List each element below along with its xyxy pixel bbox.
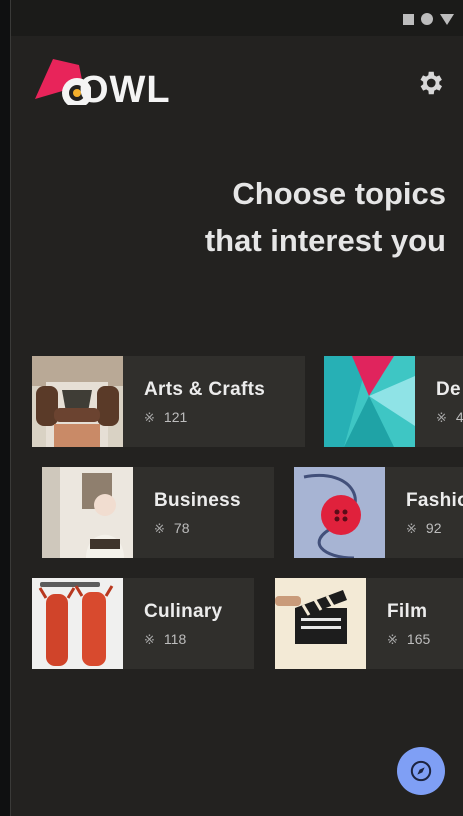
courses-icon: ※ — [436, 410, 447, 425]
courses-icon: ※ — [144, 410, 155, 425]
explore-fab-button[interactable] — [397, 747, 445, 795]
topic-row: Business ※ 78 Fashio ※ 92 — [11, 467, 463, 558]
topic-card-business[interactable]: Business ※ 78 — [42, 467, 274, 558]
topic-title: Film — [387, 601, 428, 622]
app-screen: OWL Choose topics that interest you Arts… — [10, 0, 463, 816]
topic-title: Culinary — [144, 601, 223, 622]
stop-icon — [403, 13, 414, 25]
topic-card-film[interactable]: Film ※ 165 — [275, 578, 463, 669]
topic-title: Fashio — [406, 490, 463, 511]
courses-icon: ※ — [406, 521, 417, 536]
compass-icon — [410, 760, 432, 782]
topic-count: ※ 78 — [154, 520, 190, 536]
title-line-2: that interest you — [204, 223, 446, 258]
topic-image — [275, 578, 366, 669]
courses-icon: ※ — [387, 632, 398, 647]
topic-row: Arts & Crafts ※ 121 De ※ 4 — [11, 356, 463, 447]
topic-image — [32, 578, 123, 669]
topic-count: ※ 118 — [144, 631, 187, 647]
topic-count: ※ 4 — [436, 409, 463, 425]
owl-logo: OWL — [31, 55, 171, 115]
title-line-1: Choose topics — [232, 176, 446, 211]
topic-image — [32, 356, 123, 447]
topic-row: Culinary ※ 118 Film ※ 165 — [11, 578, 463, 669]
topic-image — [324, 356, 415, 447]
topic-count: ※ 92 — [406, 520, 442, 536]
home-icon — [421, 13, 433, 25]
topic-image — [294, 467, 385, 558]
logo-text: OWL — [79, 69, 171, 111]
topic-card-culinary[interactable]: Culinary ※ 118 — [32, 578, 254, 669]
topic-title: Arts & Crafts — [144, 379, 266, 400]
status-bar — [11, 0, 463, 36]
gear-icon — [420, 71, 442, 95]
topic-card-design[interactable]: De ※ 4 — [324, 356, 463, 447]
settings-button[interactable] — [415, 68, 445, 98]
topic-count: ※ 165 — [387, 631, 431, 647]
back-icon — [440, 13, 454, 25]
courses-icon: ※ — [154, 521, 165, 536]
topic-card-arts-crafts[interactable]: Arts & Crafts ※ 121 — [32, 356, 305, 447]
topic-image — [42, 467, 133, 558]
courses-icon: ※ — [144, 632, 155, 647]
topic-title: Business — [154, 490, 241, 511]
topic-count: ※ 121 — [144, 409, 188, 425]
topic-card-fashion[interactable]: Fashio ※ 92 — [294, 467, 463, 558]
page-title: Choose topics that interest you — [205, 170, 446, 264]
topic-title: De — [436, 379, 461, 400]
